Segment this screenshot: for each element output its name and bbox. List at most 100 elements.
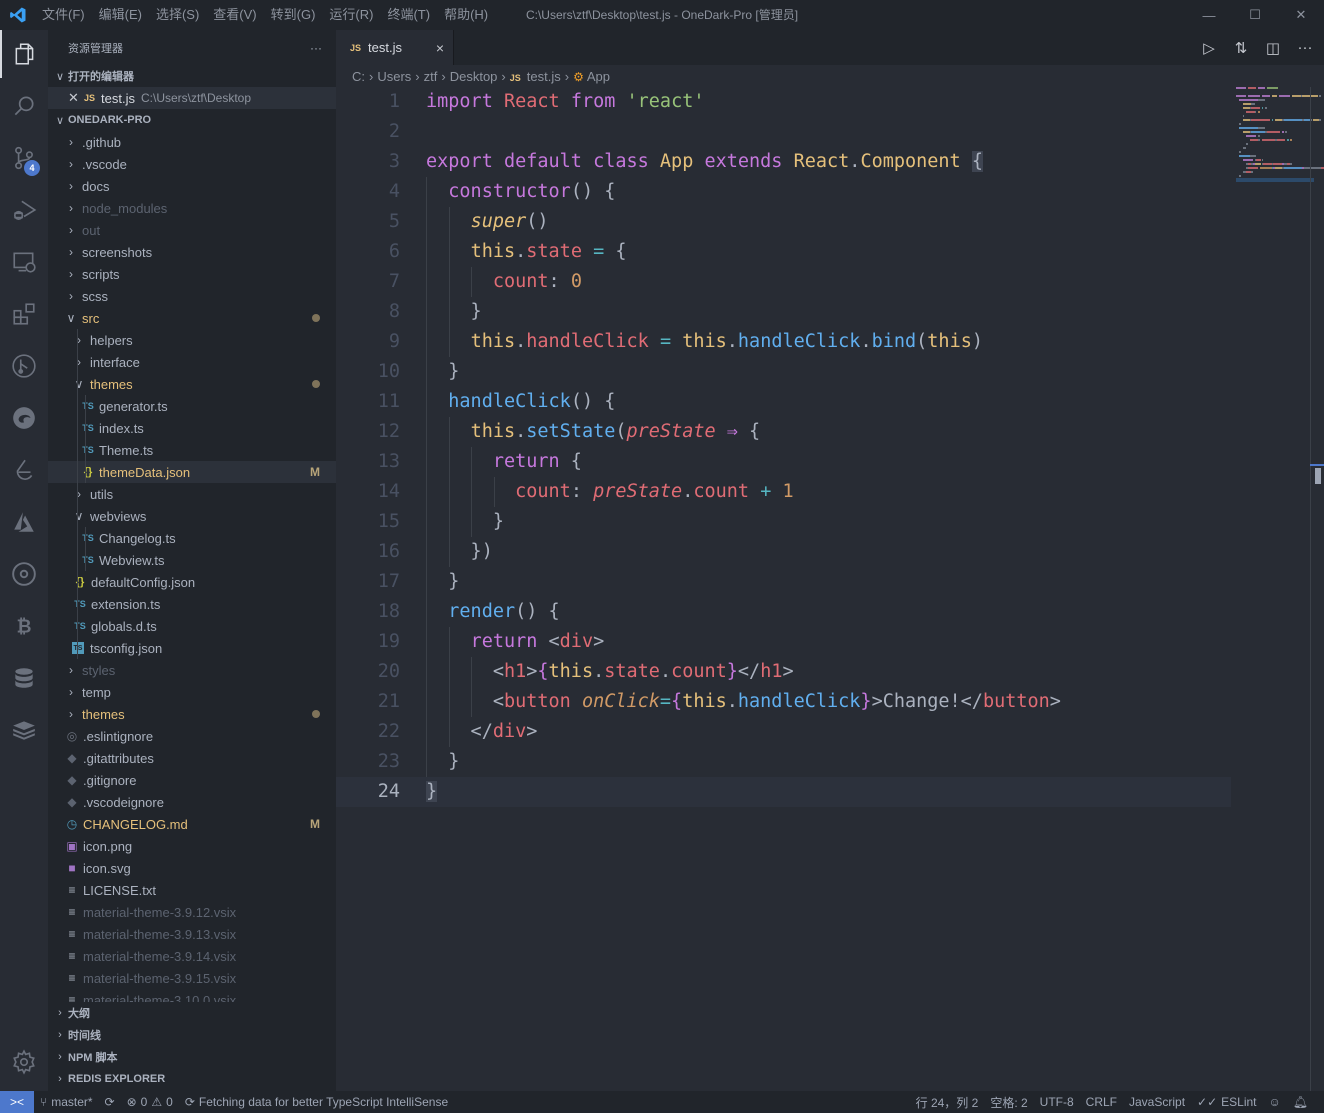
problems-indicator[interactable]: ⊗ 0 ⚠ 0 (121, 1095, 179, 1109)
npm-icon[interactable] (0, 550, 48, 598)
folder-item[interactable]: › out (48, 219, 336, 241)
live-share-icon[interactable] (0, 446, 48, 494)
minimap[interactable] (1236, 87, 1324, 187)
cursor-position[interactable]: 行 24，列 2 (910, 1094, 985, 1111)
remote-explorer-icon[interactable] (0, 238, 48, 286)
branch-indicator[interactable]: ⑂ master* (34, 1095, 99, 1109)
split-editor-icon[interactable]: ◫ (1264, 39, 1282, 57)
collapsed-section-header[interactable]: › NPM 脚本 (48, 1046, 336, 1068)
encoding[interactable]: UTF-8 (1034, 1095, 1080, 1109)
file-item[interactable]: {} themeData.json M (48, 461, 336, 483)
minimize-button[interactable]: — (1186, 0, 1232, 30)
file-item[interactable]: ≡ material-theme-3.9.12.vsix (48, 901, 336, 923)
file-item[interactable]: ◎ .eslintignore (48, 725, 336, 747)
code-line[interactable]: 9 this.handleClick = this.handleClick.bi… (336, 327, 1231, 357)
folder-item[interactable]: › scripts (48, 263, 336, 285)
file-item[interactable]: ≡ material-theme-3.9.14.vsix (48, 945, 336, 967)
more-actions-icon[interactable]: ··· (1296, 39, 1314, 56)
source-control-icon[interactable]: 4 (0, 134, 48, 182)
git-graph-icon[interactable] (0, 342, 48, 390)
code-editor[interactable]: 1 import React from 'react' 2 3 export defau… (336, 87, 1231, 807)
open-editor-item[interactable]: ✕ JS test.js C:\Users\ztf\Desktop (48, 87, 336, 109)
notifications-bell-icon[interactable]: 🔔︎ (1287, 1095, 1314, 1109)
eslint-status[interactable]: ✓✓ ESLint (1191, 1095, 1262, 1109)
settings-gear-icon[interactable] (0, 1038, 48, 1086)
code-line[interactable]: 4 constructor() { (336, 177, 1231, 207)
breadcrumb-item[interactable]: JS test.js (510, 69, 561, 84)
menu-item[interactable]: 文件(F) (35, 0, 92, 30)
folder-item[interactable]: › scss (48, 285, 336, 307)
code-line[interactable]: 24} (336, 777, 1231, 807)
folder-item[interactable]: ∨ themes (48, 373, 336, 395)
sync-button[interactable]: ⟳ (99, 1095, 121, 1109)
maximize-button[interactable]: ☐ (1232, 0, 1278, 30)
compare-changes-icon[interactable]: ⇅ (1232, 39, 1250, 57)
file-item[interactable]: TS generator.ts (48, 395, 336, 417)
file-item[interactable]: TS globals.d.ts (48, 615, 336, 637)
file-item[interactable]: {} defaultConfig.json (48, 571, 336, 593)
file-item[interactable]: ≡ material-theme-3.9.13.vsix (48, 923, 336, 945)
redis-icon[interactable] (0, 706, 48, 754)
code-line[interactable]: 17 } (336, 567, 1231, 597)
edge-devtools-icon[interactable] (0, 394, 48, 442)
code-line[interactable]: 21 <button onClick={this.handleClick}>Ch… (336, 687, 1231, 717)
code-line[interactable]: 20 <h1>{this.state.count}</h1> (336, 657, 1231, 687)
azure-icon[interactable] (0, 498, 48, 546)
code-line[interactable]: 18 render() { (336, 597, 1231, 627)
open-editors-header[interactable]: ∨ 打开的编辑器 (48, 65, 336, 87)
menu-item[interactable]: 选择(S) (149, 0, 206, 30)
tab-close-icon[interactable]: × (427, 40, 453, 56)
project-header[interactable]: ∨ ONEDARK-PRO (48, 109, 336, 131)
close-window-button[interactable]: ✕ (1278, 0, 1324, 30)
code-line[interactable]: 16 }) (336, 537, 1231, 567)
folder-item[interactable]: › utils (48, 483, 336, 505)
database-icon[interactable] (0, 654, 48, 702)
menu-item[interactable]: 转到(G) (264, 0, 323, 30)
menu-item[interactable]: 帮助(H) (437, 0, 495, 30)
code-line[interactable]: 22 </div> (336, 717, 1231, 747)
file-item[interactable]: ◆ .vscodeignore (48, 791, 336, 813)
file-item[interactable]: ▣ icon.png (48, 835, 336, 857)
feedback-icon[interactable]: ☺ (1263, 1095, 1287, 1109)
menu-item[interactable]: 终端(T) (380, 0, 437, 30)
file-item[interactable]: TS index.ts (48, 417, 336, 439)
run-debug-icon[interactable] (0, 186, 48, 234)
code-line[interactable]: 15 } (336, 507, 1231, 537)
file-item[interactable]: ≡ LICENSE.txt (48, 879, 336, 901)
code-line[interactable]: 10 } (336, 357, 1231, 387)
folder-item[interactable]: › themes (48, 703, 336, 725)
folder-item[interactable]: › docs (48, 175, 336, 197)
code-line[interactable]: 23 } (336, 747, 1231, 777)
indentation[interactable]: 空格: 2 (984, 1094, 1033, 1111)
code-line[interactable]: 5 super() (336, 207, 1231, 237)
code-line[interactable]: 14 count: preState.count + 1 (336, 477, 1231, 507)
scrollbar-thumb[interactable] (1315, 468, 1321, 484)
file-item[interactable]: ≡ material-theme-3.9.15.vsix (48, 967, 336, 989)
collapsed-section-header[interactable]: › 时间线 (48, 1024, 336, 1046)
close-icon[interactable]: ✕ (68, 90, 84, 106)
collapsed-section-header[interactable]: › REDIS EXPLORER (48, 1068, 336, 1090)
folder-item[interactable]: › temp (48, 681, 336, 703)
file-item[interactable]: TS Theme.ts (48, 439, 336, 461)
folder-item[interactable]: › .github (48, 131, 336, 153)
file-item[interactable]: ■ icon.svg (48, 857, 336, 879)
code-line[interactable]: 12 this.setState(preState ⇒ { (336, 417, 1231, 447)
folder-item[interactable]: › helpers (48, 329, 336, 351)
folder-item[interactable]: › screenshots (48, 241, 336, 263)
code-line[interactable]: 8 } (336, 297, 1231, 327)
bitcoin-icon[interactable]: ₿ (0, 602, 48, 650)
folder-item[interactable]: › node_modules (48, 197, 336, 219)
breadcrumb-item[interactable]: Users (377, 69, 411, 84)
run-icon[interactable]: ▷ (1200, 39, 1218, 57)
tab-test-js[interactable]: JS test.js × (336, 30, 454, 65)
extensions-icon[interactable] (0, 290, 48, 338)
explorer-more-button[interactable]: ··· (310, 41, 322, 55)
folder-item[interactable]: ∨ src (48, 307, 336, 329)
menu-item[interactable]: 编辑(E) (92, 0, 149, 30)
code-line[interactable]: 13 return { (336, 447, 1231, 477)
breadcrumb-item[interactable]: Desktop (450, 69, 498, 84)
file-item[interactable]: TS extension.ts (48, 593, 336, 615)
breadcrumb-item[interactable]: C: (352, 69, 365, 84)
language-mode[interactable]: JavaScript (1123, 1095, 1191, 1109)
code-line[interactable]: 6 this.state = { (336, 237, 1231, 267)
